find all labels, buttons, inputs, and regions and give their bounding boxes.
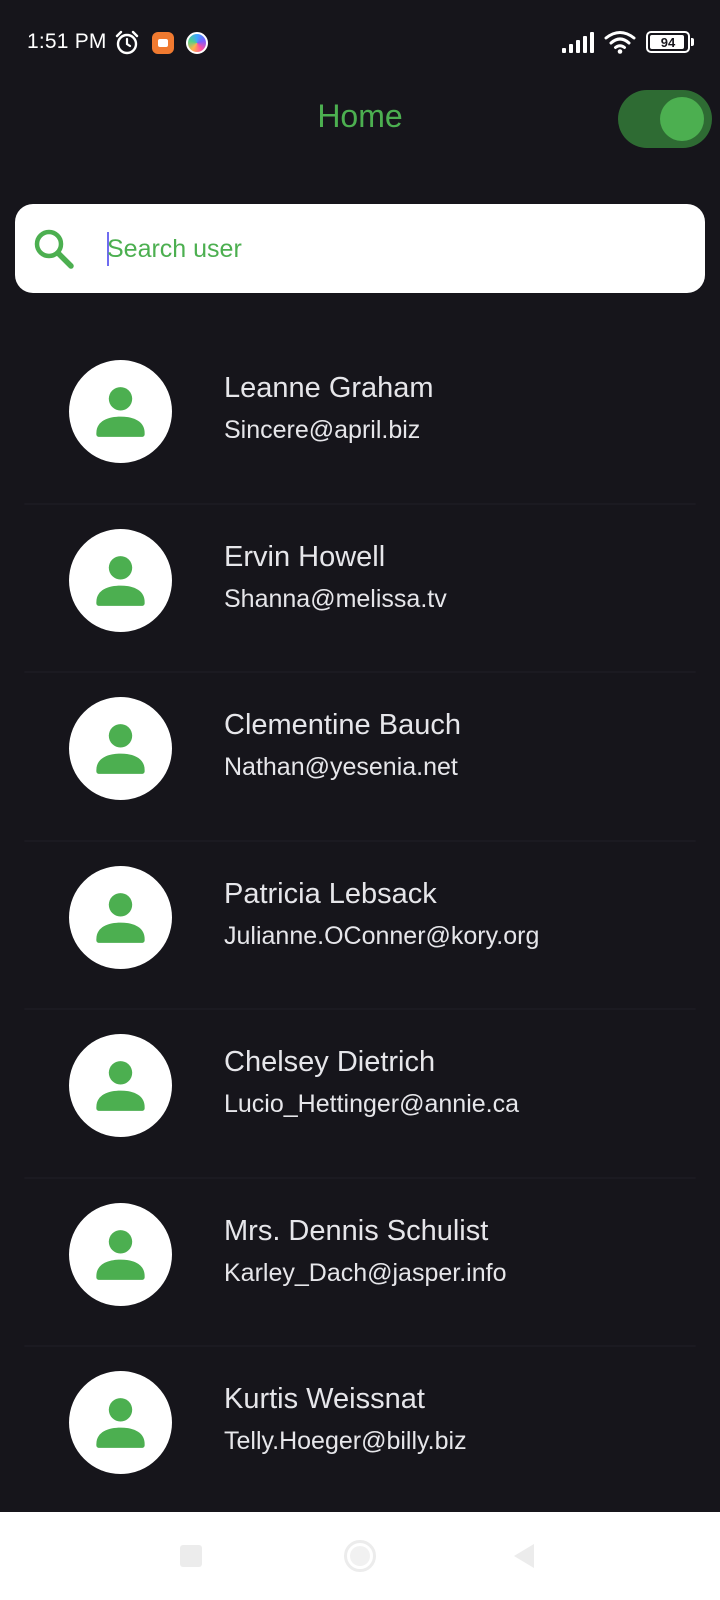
search-icon xyxy=(34,229,74,269)
user-email: Shanna@melissa.tv xyxy=(224,584,447,613)
user-email: Telly.Hoeger@billy.biz xyxy=(224,1427,467,1455)
user-list-item[interactable]: Clementine Bauch Nathan@yesenia.net xyxy=(0,673,720,842)
avatar xyxy=(69,865,172,969)
avatar xyxy=(69,360,172,463)
toggle-knob xyxy=(660,97,704,141)
user-name: Leanne Graham xyxy=(224,372,434,404)
wifi-icon xyxy=(604,31,636,54)
user-list-item[interactable]: Mrs. Dennis Schulist Karley_Dach@jasper.i… xyxy=(0,1179,720,1348)
user-email: Sincere@april.biz xyxy=(224,416,421,444)
avatar xyxy=(69,697,172,800)
color-app-icon xyxy=(186,32,208,54)
user-name: Chelsey Dietrich xyxy=(224,1046,436,1078)
signal-icon xyxy=(562,31,594,53)
search-bar[interactable] xyxy=(15,204,705,293)
app-bar: Home xyxy=(0,84,720,154)
user-list-item[interactable]: Chelsey Dietrich Lucio_Hettinger@annie.ca xyxy=(0,1010,720,1179)
search-input[interactable] xyxy=(107,224,687,274)
screen: 1:51 PM 94 Home Search user Leanne Graha… xyxy=(0,0,720,1600)
navigation-bar xyxy=(0,1512,720,1600)
recent-apps-button[interactable] xyxy=(180,1545,202,1567)
person-icon xyxy=(96,1398,145,1448)
theme-toggle[interactable] xyxy=(618,90,712,148)
user-name: Mrs. Dennis Schulist xyxy=(224,1214,489,1247)
back-button[interactable] xyxy=(514,1544,534,1568)
avatar xyxy=(69,1034,172,1137)
person-icon xyxy=(96,1229,145,1280)
avatar xyxy=(69,1371,172,1474)
person-icon xyxy=(96,1061,145,1111)
avatar xyxy=(69,1202,172,1306)
user-email: Karley_Dach@jasper.info xyxy=(224,1258,507,1287)
person-icon xyxy=(96,555,145,606)
user-email: Nathan@yesenia.net xyxy=(224,753,458,781)
user-name: Patricia Lebsack xyxy=(224,877,437,910)
status-time: 1:51 PM xyxy=(27,30,107,53)
user-list-item[interactable]: Kurtis Weissnat Telly.Hoeger@billy.biz xyxy=(0,1347,720,1516)
status-icons-left xyxy=(114,30,208,56)
status-bar: 1:51 PM 94 xyxy=(0,0,720,84)
battery-icon: 94 xyxy=(646,31,694,53)
person-icon xyxy=(96,892,145,943)
user-list-item[interactable]: Ervin Howell Shanna@melissa.tv xyxy=(0,505,720,674)
user-list-item[interactable]: Leanne Graham Sincere@april.biz xyxy=(0,336,720,505)
status-icons-right: 94 xyxy=(562,30,694,54)
user-name: Ervin Howell xyxy=(224,540,386,573)
page-title: Home xyxy=(317,98,403,134)
person-icon xyxy=(96,387,145,437)
home-button[interactable] xyxy=(344,1540,376,1572)
user-name: Kurtis Weissnat xyxy=(224,1383,425,1415)
alarm-icon xyxy=(115,30,139,55)
user-name: Clementine Bauch xyxy=(224,709,461,741)
user-email: Lucio_Hettinger@annie.ca xyxy=(224,1090,520,1118)
user-list-item[interactable]: Patricia Lebsack Julianne.OConner@kory.or… xyxy=(0,842,720,1011)
battery-percent: 94 xyxy=(660,34,676,50)
user-list: Leanne Graham Sincere@april.biz Ervin Howe… xyxy=(0,336,720,1516)
person-icon xyxy=(96,724,145,774)
screen-recorder-icon xyxy=(152,32,174,54)
avatar xyxy=(69,528,172,632)
user-email: Julianne.OConner@kory.org xyxy=(224,921,540,950)
